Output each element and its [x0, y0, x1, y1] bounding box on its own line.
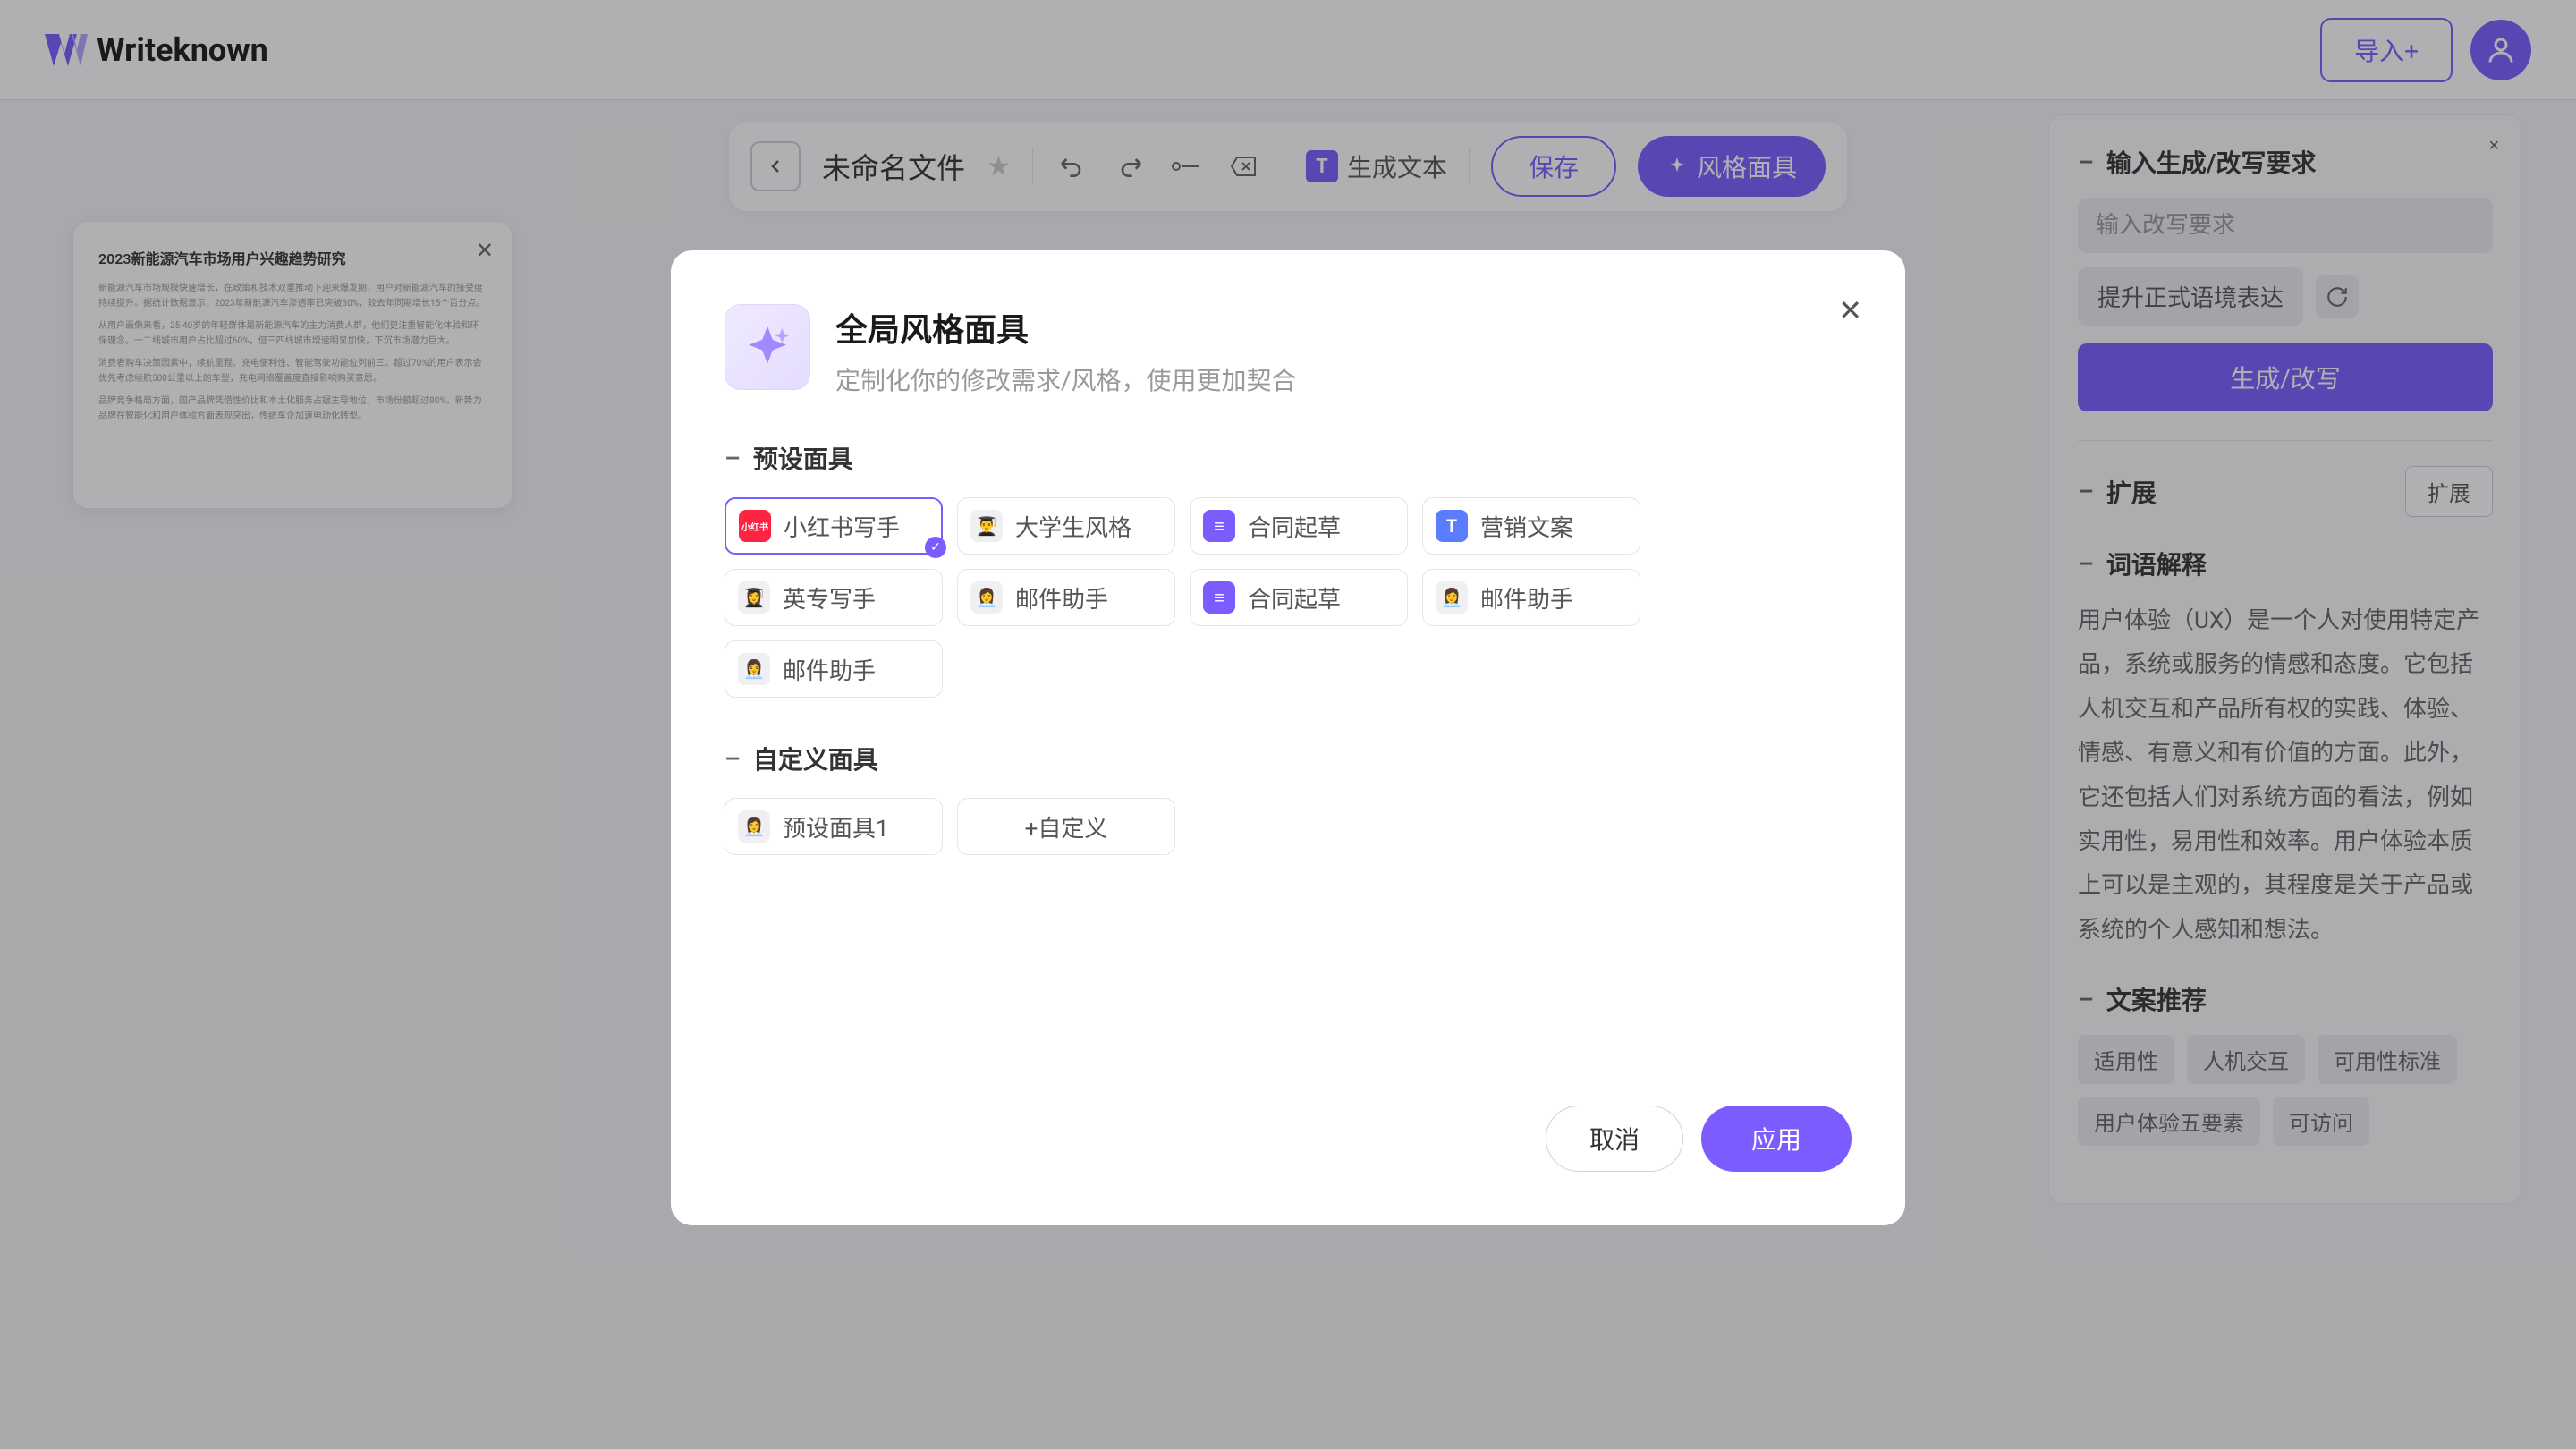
- modal-title: 全局风格面具: [835, 304, 1297, 351]
- mask-label: 邮件助手: [1480, 581, 1573, 614]
- sparkle-icon: [742, 322, 792, 372]
- mask-item[interactable]: 👨‍🎓 大学生风格: [957, 497, 1175, 555]
- mask-item[interactable]: T 营销文案: [1422, 497, 1640, 555]
- mask-item[interactable]: ≡ 合同起草: [1190, 497, 1408, 555]
- mask-badge-icon: 👩‍💼: [738, 653, 770, 685]
- custom-title-text: 自定义面具: [753, 741, 878, 776]
- mask-label: 邮件助手: [783, 653, 876, 686]
- preset-mask-grid: 小红书小红书写手 ✓ 👨‍🎓 大学生风格 ≡ 合同起草 T 营销文案 👩‍🎓 英专写手 👩‍💼 邮件助…: [724, 497, 1852, 698]
- modal-title-block: 全局风格面具 定制化你的修改需求/风格，使用更加契合: [835, 304, 1297, 397]
- mask-badge-icon: 小红书: [739, 510, 771, 542]
- mask-label: 小红书写手: [784, 510, 900, 543]
- preset-section-title: – 预设面具: [724, 440, 1852, 476]
- mask-badge-icon: 👩‍🎓: [738, 581, 770, 614]
- mask-badge-icon: 👨‍🎓: [970, 510, 1003, 542]
- modal-icon: [724, 304, 810, 390]
- cancel-button[interactable]: 取消: [1546, 1106, 1683, 1172]
- mask-item[interactable]: 小红书小红书写手 ✓: [724, 497, 943, 555]
- mask-label: 预设面具1: [783, 810, 889, 843]
- mask-badge-icon: 👩‍💼: [970, 581, 1003, 614]
- mask-item[interactable]: 👩‍💼 邮件助手: [724, 640, 943, 698]
- mask-label: 大学生风格: [1015, 510, 1131, 543]
- modal-footer: 取消 应用: [724, 1106, 1852, 1172]
- collapse-icon: –: [724, 444, 741, 473]
- modal-header: 全局风格面具 定制化你的修改需求/风格，使用更加契合: [724, 304, 1852, 397]
- check-icon: ✓: [925, 537, 946, 558]
- mask-item[interactable]: 👩‍💼 邮件助手: [957, 569, 1175, 626]
- collapse-icon: –: [724, 744, 741, 774]
- mask-label: 合同起草: [1248, 510, 1341, 543]
- style-mask-modal: ✕ 全局风格面具 定制化你的修改需求/风格，使用更加契合 – 预设面具 小红书小…: [671, 250, 1905, 1225]
- modal-overlay: ✕ 全局风格面具 定制化你的修改需求/风格，使用更加契合 – 预设面具 小红书小…: [0, 0, 2576, 1449]
- mask-label: 邮件助手: [1015, 581, 1108, 614]
- mask-item[interactable]: 👩‍💼 邮件助手: [1422, 569, 1640, 626]
- mask-badge-icon: ≡: [1203, 581, 1235, 614]
- mask-item[interactable]: 👩‍🎓 英专写手: [724, 569, 943, 626]
- mask-badge-icon: 👩‍💼: [738, 810, 770, 843]
- mask-label: 合同起草: [1248, 581, 1341, 614]
- mask-badge-icon: ≡: [1203, 510, 1235, 542]
- mask-badge-icon: T: [1436, 510, 1468, 542]
- mask-item[interactable]: 👩‍💼 预设面具1: [724, 798, 943, 855]
- mask-label: 营销文案: [1480, 510, 1573, 543]
- mask-label: 英专写手: [783, 581, 876, 614]
- apply-button[interactable]: 应用: [1701, 1106, 1852, 1172]
- preset-title-text: 预设面具: [753, 440, 853, 476]
- mask-badge-icon: 👩‍💼: [1436, 581, 1468, 614]
- modal-subtitle: 定制化你的修改需求/风格，使用更加契合: [835, 361, 1297, 397]
- custom-mask-grid: 👩‍💼 预设面具1 +自定义: [724, 798, 1852, 855]
- add-custom-button[interactable]: +自定义: [957, 798, 1175, 855]
- mask-item[interactable]: ≡ 合同起草: [1190, 569, 1408, 626]
- custom-section-title: – 自定义面具: [724, 741, 1852, 776]
- modal-close-button[interactable]: ✕: [1838, 293, 1862, 327]
